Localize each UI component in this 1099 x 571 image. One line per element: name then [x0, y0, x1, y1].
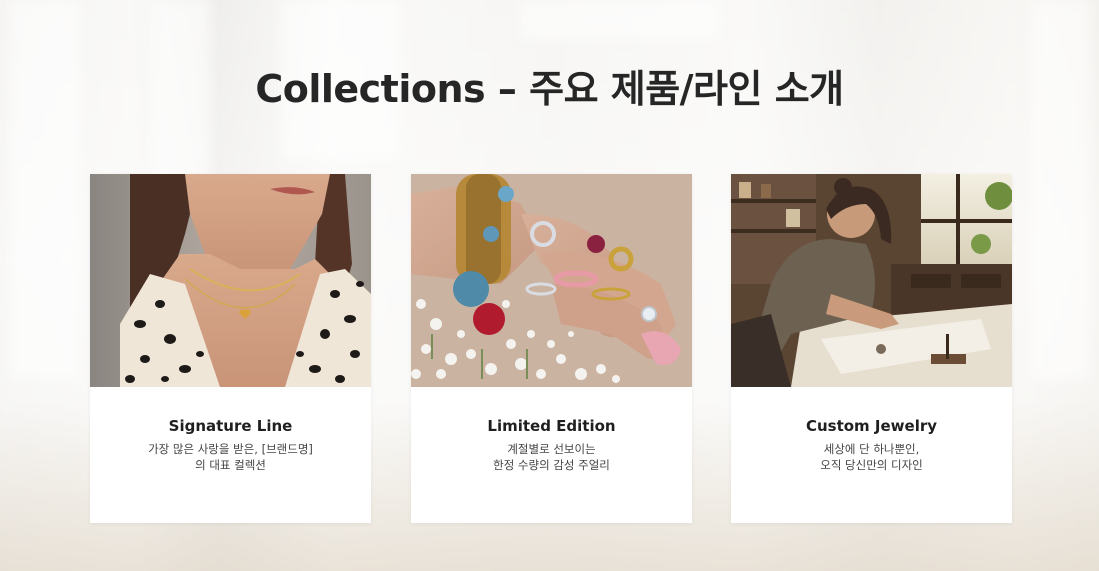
card-description: 세상에 단 하나뿐인, 오직 당신만의 디자인: [731, 441, 1012, 473]
card-description: 가장 많은 사랑을 받은, [브랜드명] 의 대표 컬렉션: [90, 441, 371, 473]
card-title: Limited Edition: [487, 417, 616, 435]
card-custom-jewelry[interactable]: Custom Jewelry 세상에 단 하나뿐인, 오직 당신만의 디자인: [731, 174, 1012, 523]
card-limited-edition[interactable]: Limited Edition 계절별로 선보이는 한정 수량의 감성 주얼리: [411, 174, 692, 523]
card-description-line: 한정 수량의 감성 주얼리: [493, 458, 610, 472]
slide-title: Collections – 주요 제품/라인 소개: [255, 67, 844, 111]
card-description-line: 가장 많은 사랑을 받은, [브랜드명]: [148, 442, 313, 456]
necklace-model-image: [90, 174, 371, 387]
slide-page: Collections – 주요 제품/라인 소개 Signature Line…: [0, 0, 1099, 571]
card-title: Signature Line: [168, 417, 293, 435]
card-description-line: 세상에 단 하나뿐인,: [823, 442, 920, 456]
card-description-line: 의 대표 컬렉션: [195, 458, 266, 472]
background-window: [1030, 0, 1090, 380]
card-description-line: 오직 당신만의 디자인: [820, 458, 923, 472]
background-window: [520, 0, 720, 40]
rings-flowers-image: [411, 174, 692, 387]
card-signature-line[interactable]: Signature Line 가장 많은 사랑을 받은, [브랜드명] 의 대표…: [90, 174, 371, 523]
card-description-line: 계절별로 선보이는: [507, 442, 596, 456]
jeweler-workshop-image: [731, 174, 1012, 387]
background-window: [10, 0, 80, 380]
card-title: Custom Jewelry: [805, 417, 938, 435]
card-description: 계절별로 선보이는 한정 수량의 감성 주얼리: [411, 441, 692, 473]
collection-cards: Signature Line 가장 많은 사랑을 받은, [브랜드명] 의 대표…: [90, 174, 1013, 523]
